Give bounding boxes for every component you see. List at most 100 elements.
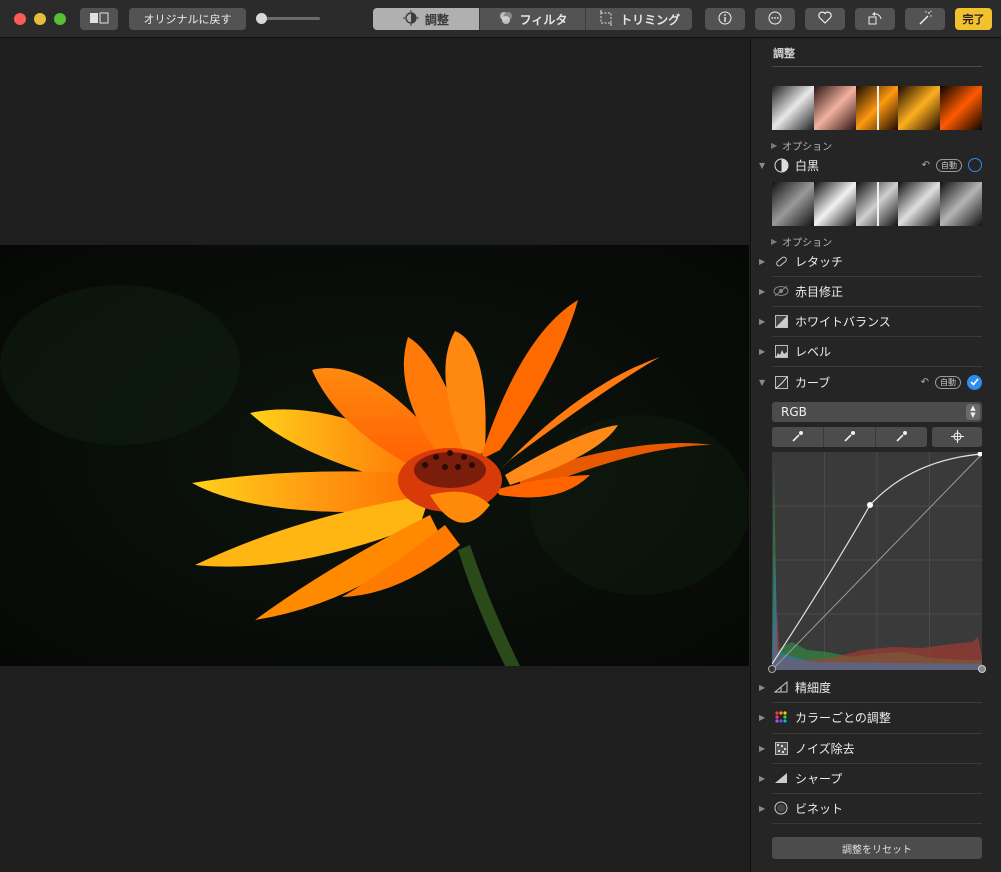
split-view-icon — [89, 12, 109, 27]
definition-label: 精細度 — [795, 680, 832, 695]
sharpen-section-header[interactable]: ▶ シャープ — [759, 763, 982, 793]
curve-control-point[interactable] — [977, 451, 983, 457]
tab-crop[interactable]: トリミング — [586, 8, 692, 30]
expand-arrow-icon: ▶ — [759, 346, 766, 356]
bw-auto-button[interactable]: 自動 — [936, 158, 962, 172]
bw-undo-icon[interactable]: ↶ — [922, 160, 930, 171]
curves-undo-icon[interactable]: ↶ — [921, 377, 929, 388]
strip-slider-marker[interactable] — [877, 182, 879, 226]
bw-thumbnail-strip[interactable] — [772, 182, 982, 226]
channel-select-value: RGB — [781, 405, 807, 419]
tab-adjust[interactable]: 調整 — [373, 8, 480, 30]
curve-control-point[interactable] — [867, 502, 873, 508]
expand-arrow-icon: ▶ — [759, 773, 766, 783]
strip-slider-marker[interactable] — [877, 86, 879, 130]
curves-graph[interactable] — [771, 451, 983, 671]
sharpen-icon — [773, 770, 789, 786]
crosshair-icon — [950, 428, 964, 447]
magic-wand-icon — [917, 10, 933, 29]
light-thumbnail-strip[interactable] — [772, 86, 982, 130]
retouch-label: レタッチ — [795, 254, 844, 269]
curves-icon — [773, 374, 789, 390]
definition-section-header[interactable]: ▶ 精細度 — [759, 672, 982, 702]
selective-color-section-header[interactable]: ▶ カラーごとの調整 — [759, 702, 982, 732]
tab-adjust-label: 調整 — [424, 12, 449, 27]
zoom-window-button[interactable] — [54, 13, 66, 25]
noise-icon — [773, 740, 789, 756]
expand-arrow-icon: ▼ — [759, 377, 766, 387]
curves-channel-select[interactable]: RGB ▲ ▼ — [772, 402, 982, 422]
whitebalance-label: ホワイトバランス — [795, 314, 891, 329]
eyedropper-icon — [895, 428, 908, 447]
tab-filters-label: フィルタ — [519, 12, 568, 27]
expand-arrow-icon: ▼ — [759, 160, 766, 170]
more-icon — [768, 11, 782, 28]
retouch-section-header[interactable]: ▶ レタッチ — [759, 246, 982, 276]
noise-section-header[interactable]: ▶ ノイズ除去 — [759, 733, 982, 763]
info-button[interactable] — [705, 8, 745, 30]
zoom-slider-knob[interactable] — [256, 13, 267, 24]
heart-icon — [818, 11, 832, 27]
color-dots-icon — [773, 709, 789, 725]
disclosure-triangle-icon: ▶ — [771, 237, 778, 246]
gray-point-eyedropper-button[interactable] — [824, 427, 876, 447]
curves-auto-button[interactable]: 自動 — [935, 375, 961, 389]
redeye-section-header[interactable]: ▶ 赤目修正 — [759, 276, 982, 306]
reset-adjustments-button[interactable]: 調整をリセット — [772, 837, 982, 859]
zoom-slider-track[interactable] — [262, 17, 320, 20]
curves-enabled-checkmark-icon[interactable] — [967, 374, 982, 390]
sharpen-label: シャープ — [795, 771, 843, 786]
filters-icon — [498, 11, 514, 28]
select-stepper-icon: ▲ ▼ — [966, 404, 980, 420]
adjust-icon — [402, 9, 419, 29]
curves-label: カーブ — [795, 375, 831, 390]
eye-slash-icon — [773, 283, 789, 299]
edit-mode-tabs: 調整 フィルタ トリミング — [373, 8, 692, 30]
rotate-button[interactable] — [855, 8, 895, 30]
done-button[interactable]: 完了 — [955, 8, 992, 30]
levels-label: レベル — [795, 344, 832, 359]
expand-arrow-icon: ▶ — [759, 743, 766, 753]
black-point-eyedropper-button[interactable] — [772, 427, 824, 447]
selective-color-label: カラーごとの調整 — [795, 710, 891, 725]
expand-arrow-icon: ▶ — [759, 712, 766, 722]
enhance-button[interactable] — [905, 8, 945, 30]
whitebalance-section-header[interactable]: ▶ ホワイトバランス — [759, 306, 982, 336]
eyedropper-icon — [791, 428, 804, 447]
info-icon — [718, 11, 732, 28]
more-button[interactable] — [755, 8, 795, 30]
redeye-label: 赤目修正 — [795, 284, 844, 299]
add-point-crosshair-button[interactable] — [932, 427, 982, 447]
disclosure-triangle-icon: ▶ — [771, 141, 778, 150]
eyedropper-segment — [772, 427, 927, 447]
close-window-button[interactable] — [14, 13, 26, 25]
bw-label: 白黒 — [795, 158, 820, 173]
adjust-sidebar: 調整 ▶ オプション ▼ 白黒 ↶ 自動 ▶ オプション ▶ レタッチ ▶ 赤目… — [750, 39, 1001, 872]
levels-section-header[interactable]: ▶ レベル — [759, 336, 982, 366]
minimize-window-button[interactable] — [34, 13, 46, 25]
curves-section-header[interactable]: ▼ カーブ ↶ 自動 — [759, 367, 982, 397]
expand-arrow-icon: ▶ — [759, 803, 766, 813]
vignette-label: ビネット — [795, 801, 844, 816]
crop-icon — [598, 9, 614, 29]
curves-eyedropper-group — [772, 427, 982, 447]
noise-label: ノイズ除去 — [795, 741, 855, 756]
divider — [772, 823, 982, 824]
bw-enable-toggle[interactable] — [968, 158, 982, 172]
photo-image — [0, 245, 749, 666]
tab-crop-label: トリミング — [620, 12, 681, 27]
toolbar: オリジナルに戻す 調整 フィルタ トリミング 完了 — [0, 0, 1001, 38]
expand-arrow-icon: ▶ — [759, 682, 766, 692]
revert-to-original-button[interactable]: オリジナルに戻す — [129, 8, 246, 30]
definition-icon — [773, 679, 789, 695]
white-point-eyedropper-button[interactable] — [876, 427, 927, 447]
tab-filters[interactable]: フィルタ — [479, 8, 587, 30]
vignette-icon — [773, 800, 789, 816]
rotate-icon — [867, 10, 883, 29]
favorite-button[interactable] — [805, 8, 845, 30]
bw-icon — [773, 157, 789, 173]
bw-section-header[interactable]: ▼ 白黒 ↶ 自動 — [759, 150, 982, 180]
vignette-section-header[interactable]: ▶ ビネット — [759, 793, 982, 823]
eyedropper-icon — [843, 428, 856, 447]
compare-toggle-button[interactable] — [80, 8, 118, 30]
